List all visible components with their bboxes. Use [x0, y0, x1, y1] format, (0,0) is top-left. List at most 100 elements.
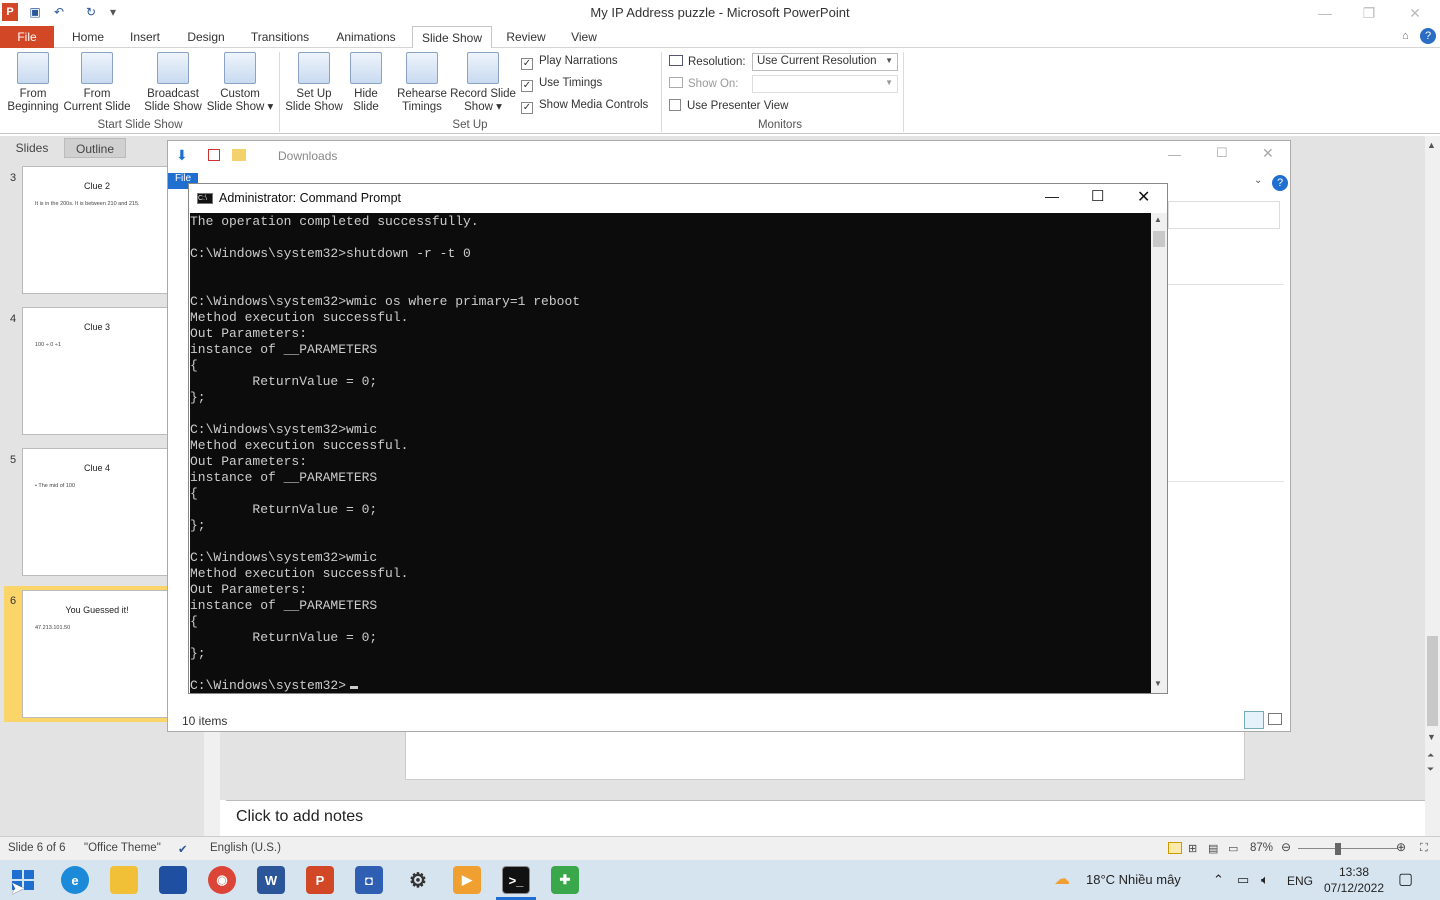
- scroll-up-icon[interactable]: ▲: [1154, 215, 1162, 224]
- tab-slides[interactable]: Slides: [8, 138, 56, 158]
- weather-icon[interactable]: ☁: [1054, 869, 1070, 889]
- from-beginning-button[interactable]: From Beginning: [4, 52, 62, 114]
- zoom-out-icon[interactable]: ⊖: [1281, 840, 1291, 854]
- close-button[interactable]: ✕: [1392, 2, 1438, 24]
- group-divider: [279, 52, 280, 132]
- volume-icon[interactable]: 🔈︎: [1261, 872, 1269, 888]
- close-button[interactable]: ✕: [1262, 145, 1274, 162]
- clock[interactable]: 13:38 07/12/2022: [1322, 864, 1386, 896]
- cmd-console[interactable]: The operation completed successfully. C:…: [190, 213, 1151, 693]
- restore-button[interactable]: ❐: [1346, 2, 1392, 24]
- normal-view-icon[interactable]: [1168, 842, 1182, 854]
- fit-to-window-icon[interactable]: ⛶: [1420, 842, 1428, 855]
- use-presenter-view-checkbox[interactable]: Use Presenter View: [669, 99, 788, 112]
- new-folder-icon[interactable]: [232, 149, 246, 161]
- zoom-level[interactable]: 87%: [1250, 842, 1273, 854]
- use-timings-checkbox[interactable]: ✓ Use Timings: [521, 77, 602, 92]
- editor-scrollbar[interactable]: ▲ ▼ ⏶ ⏷: [1425, 136, 1440, 836]
- input-language[interactable]: ENG: [1287, 874, 1313, 888]
- media-player-icon[interactable]: ▶: [453, 866, 481, 894]
- notifications-icon[interactable]: ▢: [1398, 869, 1413, 889]
- edge-browser-icon[interactable]: e: [61, 866, 89, 894]
- zoom-slider-thumb[interactable]: [1335, 843, 1341, 855]
- search-box[interactable]: [1168, 201, 1280, 229]
- store-icon[interactable]: [159, 866, 187, 894]
- tab-outline[interactable]: Outline: [64, 138, 126, 158]
- network-icon[interactable]: ▭: [1237, 872, 1249, 888]
- previous-slide-icon[interactable]: ⏶: [1427, 750, 1434, 761]
- group-label-start-slide-show: Start Slide Show: [97, 119, 183, 131]
- zoom-slider[interactable]: [1298, 848, 1398, 849]
- title-bar: P ▣ ↶ ↻ ▾ My IP Address puzzle - Microso…: [0, 0, 1440, 26]
- slide-sorter-icon[interactable]: ⊞: [1188, 842, 1197, 855]
- chrome-icon[interactable]: ◉: [208, 866, 236, 894]
- show-on-dropdown[interactable]: ▼: [752, 75, 898, 93]
- maximize-button[interactable]: ☐: [1091, 187, 1104, 205]
- minimize-ribbon-icon[interactable]: ⌂: [1402, 30, 1409, 42]
- slide-thumbnail-4[interactable]: Clue 3 100 ÷ 0 ÷1: [22, 307, 172, 435]
- play-narrations-checkbox[interactable]: ✓ Play Narrations: [521, 55, 618, 70]
- language[interactable]: English (U.S.): [210, 842, 281, 854]
- group-label-monitors: Monitors: [757, 119, 803, 131]
- details-view-icon[interactable]: [1244, 711, 1264, 729]
- minimize-button[interactable]: —: [1302, 2, 1348, 24]
- quick-access-down-icon[interactable]: ⬇: [176, 147, 188, 164]
- tab-slide-show[interactable]: Slide Show: [412, 26, 492, 49]
- slide-thumbnail-5[interactable]: Clue 4 • The mid of 100: [22, 448, 172, 576]
- slide-thumbnail-3[interactable]: Clue 2 It is in the 200s. It is between …: [22, 166, 172, 294]
- tab-review[interactable]: Review: [502, 26, 550, 48]
- cmd-scrollbar[interactable]: ▲ ▼: [1151, 213, 1167, 693]
- tab-animations[interactable]: Animations: [330, 26, 402, 48]
- app-icon[interactable]: ✚: [551, 866, 579, 894]
- powerpoint-icon[interactable]: P: [306, 866, 334, 894]
- settings-gear-icon[interactable]: ⚙: [404, 866, 432, 894]
- tab-insert[interactable]: Insert: [124, 26, 166, 48]
- large-icons-view-icon[interactable]: [1268, 713, 1282, 725]
- slide-number: 6: [10, 595, 17, 607]
- help-icon[interactable]: ?: [1272, 175, 1288, 191]
- chevron-down-icon[interactable]: ⌄: [1254, 175, 1262, 186]
- properties-icon[interactable]: [208, 149, 220, 161]
- tab-transitions[interactable]: Transitions: [246, 26, 314, 48]
- file-explorer-icon[interactable]: [110, 866, 138, 894]
- word-icon[interactable]: W: [257, 866, 285, 894]
- tab-design[interactable]: Design: [180, 26, 232, 48]
- camera-app-icon[interactable]: ◘: [355, 866, 383, 894]
- rehearse-timings-button[interactable]: Rehearse Timings: [396, 52, 448, 114]
- cmd-title-bar[interactable]: C:\ Administrator: Command Prompt — ☐ ✕: [189, 184, 1167, 212]
- tab-file[interactable]: File: [0, 26, 54, 48]
- spell-check-icon[interactable]: ✔: [178, 842, 188, 856]
- from-current-slide-button[interactable]: From Current Slide: [62, 52, 132, 114]
- tab-view[interactable]: View: [562, 26, 606, 48]
- close-button[interactable]: ✕: [1137, 187, 1150, 207]
- hide-slide-button[interactable]: Hide Slide: [346, 52, 386, 114]
- broadcast-slide-show-button[interactable]: Broadcast Slide Show: [142, 52, 204, 114]
- slideshow-view-icon[interactable]: ▭: [1228, 842, 1238, 855]
- scroll-thumb[interactable]: [1153, 231, 1165, 247]
- show-hidden-icons-icon[interactable]: ⌃: [1213, 872, 1224, 888]
- scroll-thumb[interactable]: [1427, 636, 1438, 726]
- slides-pane-scrollbar[interactable]: [204, 730, 220, 836]
- slide-thumbnail-6[interactable]: You Guessed it! 47.213.101.50: [22, 590, 172, 718]
- next-slide-icon[interactable]: ⏷: [1427, 764, 1434, 775]
- weather-text[interactable]: 18°C Nhiều mây: [1086, 872, 1181, 887]
- minimize-button[interactable]: —: [1045, 188, 1059, 204]
- command-prompt-taskbar-icon[interactable]: >_: [502, 866, 530, 894]
- scroll-down-icon[interactable]: ▼: [1427, 732, 1436, 742]
- notes-pane[interactable]: Click to add notes: [226, 800, 1425, 836]
- record-slide-show-button[interactable]: Record Slide Show ▾: [450, 52, 516, 114]
- scroll-down-icon[interactable]: ▼: [1154, 679, 1162, 688]
- help-icon[interactable]: ?: [1420, 28, 1436, 44]
- theme-name[interactable]: "Office Theme": [84, 842, 161, 854]
- minimize-button[interactable]: —: [1168, 147, 1181, 162]
- reading-view-icon[interactable]: ▤: [1208, 842, 1218, 855]
- custom-slide-show-button[interactable]: Custom Slide Show ▾: [206, 52, 274, 114]
- tab-home[interactable]: Home: [66, 26, 110, 48]
- maximize-button[interactable]: ☐: [1216, 145, 1228, 161]
- show-media-controls-checkbox[interactable]: ✓ Show Media Controls: [521, 99, 648, 114]
- resolution-dropdown[interactable]: Use Current Resolution ▼: [752, 53, 898, 71]
- scroll-up-icon[interactable]: ▲: [1427, 140, 1436, 150]
- zoom-in-icon[interactable]: ⊕: [1396, 840, 1406, 854]
- set-up-slide-show-button[interactable]: Set Up Slide Show: [284, 52, 344, 114]
- command-prompt-window[interactable]: C:\ Administrator: Command Prompt — ☐ ✕ …: [188, 183, 1168, 694]
